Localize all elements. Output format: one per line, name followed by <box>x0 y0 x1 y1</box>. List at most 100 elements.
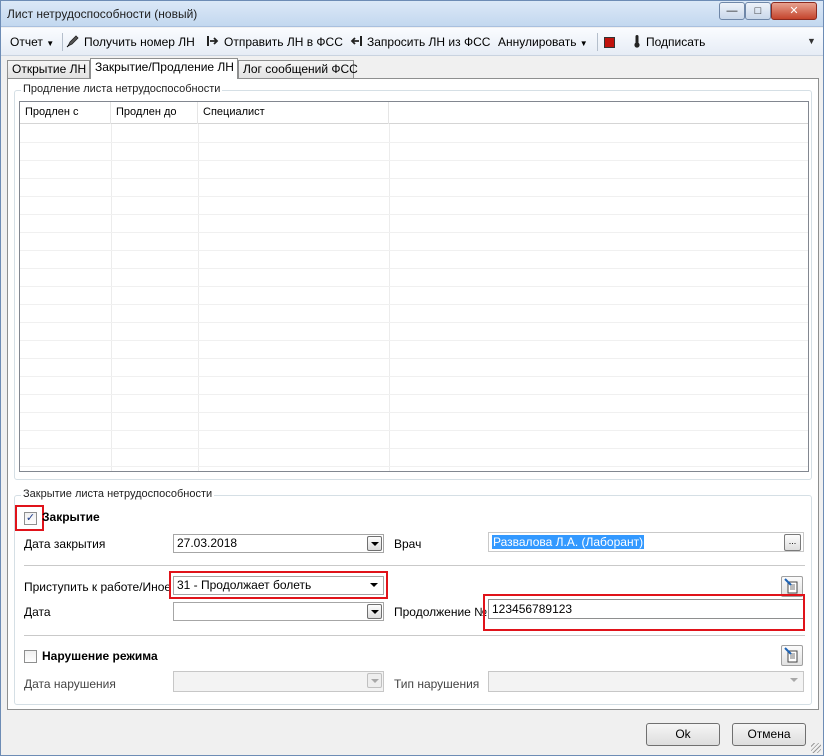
edit-violation-button[interactable] <box>781 645 803 666</box>
extension-grid[interactable]: Продлен с Продлен до Специалист <box>19 101 809 472</box>
grid-row-line <box>20 448 808 449</box>
send-label: Отправить ЛН в ФСС <box>224 35 343 50</box>
doctor-browse-button[interactable]: ... <box>784 534 801 551</box>
get-number-button[interactable]: Получить номер ЛН <box>66 34 195 50</box>
receive-arrow-icon <box>349 34 363 52</box>
annul-label: Аннулировать <box>498 35 577 49</box>
closure-date-value: 27.03.2018 <box>177 536 238 550</box>
closure-checkbox-label: Закрытие <box>42 510 100 524</box>
continuation-highlight <box>483 594 805 631</box>
chevron-down-icon <box>367 673 382 688</box>
grid-row-line <box>20 286 808 287</box>
stop-button[interactable] <box>604 34 615 50</box>
grid-row-line <box>20 304 808 305</box>
ellipsis-icon: ... <box>788 536 797 546</box>
tab-opening[interactable]: Открытие ЛН <box>7 60 90 78</box>
violation-type-label: Тип нарушения <box>394 677 480 691</box>
violation-type-dropdown[interactable] <box>488 671 804 692</box>
cancel-button[interactable]: Отмена <box>732 723 806 746</box>
section-divider <box>24 565 805 567</box>
date-label: Дата <box>24 605 51 619</box>
cancel-label: Отмена <box>747 727 791 741</box>
grid-row-line <box>20 340 808 341</box>
chevron-down-icon: ▼ <box>579 39 588 48</box>
tab-closure[interactable]: Закрытие/Продление ЛН <box>90 58 238 79</box>
chevron-down-icon[interactable] <box>367 536 382 551</box>
grid-row-line <box>20 412 808 413</box>
grid-row-line <box>20 160 808 161</box>
pen-icon <box>66 34 80 52</box>
doctor-label: Врач <box>394 537 422 551</box>
return-work-label: Приступить к работе/Иное <box>24 580 172 594</box>
toolbar-overflow-icon[interactable]: ▼ <box>807 36 816 46</box>
title-bar[interactable]: Лист нетрудоспособности (новый) — □ ✕ <box>1 1 823 27</box>
edit-document-icon <box>784 647 798 663</box>
doctor-field[interactable]: Развалова Л.А. (Лаборант) <box>488 532 804 552</box>
closure-checkbox-highlight <box>15 505 44 531</box>
violation-date-picker[interactable] <box>173 671 384 692</box>
stop-icon <box>604 37 615 49</box>
grid-row-line <box>20 358 808 359</box>
grid-row-line <box>20 178 808 179</box>
grid-row-line <box>20 196 808 197</box>
get-number-label: Получить номер ЛН <box>84 35 195 50</box>
column-header-to[interactable]: Продлен до <box>111 102 198 124</box>
grid-row-line <box>20 142 808 143</box>
chevron-down-icon <box>787 673 802 688</box>
dialog-window: Лист нетрудоспособности (новый) — □ ✕ От… <box>0 0 824 756</box>
ok-button[interactable]: Ok <box>646 723 720 746</box>
sign-button[interactable]: Подписать <box>632 34 705 50</box>
grid-header: Продлен с Продлен до Специалист <box>20 102 808 124</box>
thermometer-icon <box>632 34 642 52</box>
minimize-button[interactable]: — <box>719 2 745 20</box>
grid-row-line <box>20 394 808 395</box>
request-label: Запросить ЛН из ФСС <box>367 35 491 50</box>
grid-row-line <box>20 466 808 467</box>
minimize-icon: — <box>726 5 738 17</box>
grid-row-line <box>20 250 808 251</box>
toolbar-separator <box>597 33 598 51</box>
send-arrow-icon <box>206 34 220 52</box>
sign-label: Подписать <box>646 35 706 50</box>
extension-group-legend: Продление листа нетрудоспособности <box>21 83 223 95</box>
report-menu-label: Отчет <box>10 35 43 49</box>
annul-menu[interactable]: Аннулировать ▼ <box>498 34 588 50</box>
closure-date-picker[interactable]: 27.03.2018 <box>173 534 384 553</box>
toolbar: Отчет ▼ Получить номер ЛН Отправить ЛН в… <box>1 28 823 56</box>
return-work-highlight <box>169 571 388 599</box>
grid-column-line <box>111 124 112 471</box>
send-button[interactable]: Отправить ЛН в ФСС <box>206 34 343 50</box>
tab-panel-closure: Продление листа нетрудоспособности Продл… <box>7 78 819 710</box>
doctor-value: Развалова Л.А. (Лаборант) <box>492 535 645 549</box>
closure-group-legend: Закрытие листа нетрудоспособности <box>21 488 215 500</box>
section-divider <box>24 635 805 637</box>
close-button[interactable]: ✕ <box>771 2 817 20</box>
grid-row-line <box>20 430 808 431</box>
resize-grip-icon[interactable] <box>811 743 821 753</box>
grid-row-line <box>20 376 808 377</box>
window-title: Лист нетрудоспособности (новый) <box>7 7 198 21</box>
chevron-down-icon: ▼ <box>46 39 55 48</box>
report-menu[interactable]: Отчет ▼ <box>10 34 54 50</box>
ok-label: Ok <box>675 727 691 741</box>
tab-closure-label: Закрытие/Продление ЛН <box>95 60 234 74</box>
grid-column-line <box>389 124 390 471</box>
date-picker[interactable] <box>173 602 384 621</box>
request-button[interactable]: Запросить ЛН из ФСС <box>349 34 490 50</box>
column-header-specialist[interactable]: Специалист <box>198 102 389 124</box>
violation-checkbox[interactable] <box>24 650 37 663</box>
continuation-label: Продолжение № <box>394 605 488 619</box>
column-header-from[interactable]: Продлен с <box>20 102 111 124</box>
violation-checkbox-label: Нарушение режима <box>42 649 158 663</box>
violation-date-label: Дата нарушения <box>24 677 116 691</box>
chevron-down-icon[interactable] <box>367 604 382 619</box>
close-icon: ✕ <box>789 5 799 17</box>
grid-row-line <box>20 322 808 323</box>
tab-opening-label: Открытие ЛН <box>12 62 87 76</box>
maximize-button[interactable]: □ <box>745 2 771 20</box>
tab-fss-log-label: Лог сообщений ФСС <box>243 62 358 76</box>
tab-fss-log[interactable]: Лог сообщений ФСС <box>238 60 358 78</box>
grid-row-line <box>20 232 808 233</box>
toolbar-separator <box>62 33 63 51</box>
grid-column-line <box>198 124 199 471</box>
